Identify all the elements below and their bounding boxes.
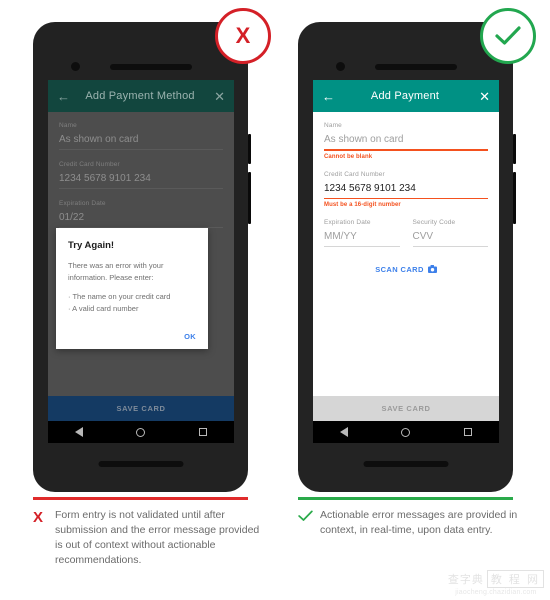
name-field-underline-error bbox=[324, 149, 488, 151]
caption-divider-red bbox=[33, 497, 248, 500]
save-card-button-left[interactable]: SAVE CARD bbox=[48, 396, 234, 421]
security-code-underline bbox=[412, 246, 488, 247]
front-camera-icon bbox=[336, 62, 345, 71]
status-badge-error: X bbox=[215, 8, 271, 64]
security-code-label: Security Code bbox=[412, 219, 456, 226]
check-mark-icon bbox=[495, 26, 521, 45]
nav-recent-icon[interactable] bbox=[464, 428, 473, 436]
power-button[interactable] bbox=[248, 134, 251, 164]
name-field-error-message: Cannot be blank bbox=[324, 153, 373, 160]
power-button[interactable] bbox=[513, 134, 516, 164]
nav-back-icon[interactable] bbox=[74, 427, 83, 437]
caption-left: X Form entry is not validated until afte… bbox=[33, 508, 261, 568]
watermark-url: jiaocheng.chazidian.com bbox=[455, 589, 537, 596]
expiration-underline bbox=[324, 246, 400, 247]
phone-device-left: ← Add Payment Method ✕ Name As shown on … bbox=[33, 22, 251, 492]
card-number-value: 1234 5678 9101 234 bbox=[324, 182, 416, 194]
card-number-underline-error bbox=[324, 197, 488, 199]
close-icon[interactable]: ✕ bbox=[479, 90, 490, 103]
expiration-field-right[interactable]: Expiration Date MM/YY bbox=[324, 219, 400, 247]
phone-device-right: ← Add Payment ✕ Name As shown on card Ca… bbox=[298, 22, 516, 492]
watermark-brand-row: 查字典 教 程 网 bbox=[448, 570, 544, 588]
caption-divider-green bbox=[298, 497, 513, 500]
dialog-ok-button[interactable]: OK bbox=[68, 332, 196, 341]
volume-button[interactable] bbox=[513, 172, 516, 224]
watermark-brand-secondary: 教 程 网 bbox=[486, 570, 544, 588]
bottom-speaker bbox=[363, 461, 448, 467]
panel-good-example: ← Add Payment ✕ Name As shown on card Ca… bbox=[280, 0, 545, 600]
payment-form-right: Name As shown on card Cannot be blank Cr… bbox=[313, 112, 499, 396]
dialog-bullet-list: · The name on your credit card · A valid… bbox=[68, 291, 196, 314]
expiration-placeholder: MM/YY bbox=[324, 231, 357, 242]
security-code-field[interactable]: Security Code CVV bbox=[412, 219, 488, 247]
watermark: 查字典 教 程 网 jiaocheng.chazidian.com bbox=[448, 570, 544, 596]
camera-icon bbox=[427, 265, 437, 275]
app-bar-right: ← Add Payment ✕ bbox=[313, 80, 499, 112]
error-dialog: Try Again! There was an error with your … bbox=[56, 228, 208, 349]
earpiece-speaker bbox=[375, 64, 458, 70]
nav-back-icon[interactable] bbox=[339, 427, 348, 437]
payment-form-left: Name As shown on card Credit Card Number… bbox=[48, 112, 234, 396]
dialog-body-text: There was an error with your information… bbox=[68, 261, 164, 282]
x-mark-icon: X bbox=[235, 23, 251, 48]
name-field-placeholder: As shown on card bbox=[324, 134, 404, 145]
watermark-brand-primary: 查字典 bbox=[447, 574, 484, 586]
card-number-field-right[interactable]: Credit Card Number 1234 5678 9101 234 Mu… bbox=[324, 170, 488, 208]
name-field-right[interactable]: Name As shown on card Cannot be blank bbox=[324, 122, 488, 160]
name-field-label: Name bbox=[324, 122, 342, 129]
panel-bad-example: ← Add Payment Method ✕ Name As shown on … bbox=[15, 0, 280, 600]
caption-text-left: Form entry is not validated until after … bbox=[55, 509, 260, 566]
save-card-button-right[interactable]: SAVE CARD bbox=[313, 396, 499, 421]
security-code-placeholder: CVV bbox=[412, 231, 434, 242]
bottom-speaker bbox=[98, 461, 183, 467]
camera-icon-svg bbox=[427, 265, 437, 273]
check-mark-icon bbox=[298, 510, 313, 521]
back-arrow-icon[interactable]: ← bbox=[322, 90, 335, 103]
scan-card-button[interactable]: SCAN CARD bbox=[324, 265, 488, 275]
earpiece-speaker bbox=[110, 64, 193, 70]
expiration-security-row: Expiration Date MM/YY Security Code CVV bbox=[324, 219, 488, 247]
comparison-panels: ← Add Payment Method ✕ Name As shown on … bbox=[0, 0, 550, 600]
card-number-label: Credit Card Number bbox=[324, 170, 385, 178]
nav-recent-icon[interactable] bbox=[199, 428, 208, 436]
front-camera-icon bbox=[71, 62, 80, 71]
page-title: Add Payment bbox=[370, 90, 440, 102]
status-badge-success bbox=[480, 8, 536, 64]
list-item: · The name on your credit card bbox=[68, 292, 171, 302]
volume-button[interactable] bbox=[248, 172, 251, 224]
nav-home-icon[interactable] bbox=[401, 427, 411, 437]
list-item: · A valid card number bbox=[68, 303, 139, 313]
caption-text-right: Actionable error messages are provided i… bbox=[320, 509, 518, 536]
scan-card-label: SCAN CARD bbox=[375, 265, 424, 275]
phone-screen-right: ← Add Payment ✕ Name As shown on card Ca… bbox=[313, 80, 499, 443]
caption-mark-check bbox=[298, 508, 313, 538]
back-arrow-icon[interactable]: ← bbox=[57, 90, 70, 103]
page-title: Add Payment Method bbox=[85, 90, 195, 102]
phone-screen-left: ← Add Payment Method ✕ Name As shown on … bbox=[48, 80, 234, 443]
app-bar-left: ← Add Payment Method ✕ bbox=[48, 80, 234, 112]
x-mark-icon: X bbox=[33, 509, 44, 526]
close-icon[interactable]: ✕ bbox=[214, 90, 225, 103]
android-nav-bar-left bbox=[48, 421, 234, 443]
caption-mark-x: X bbox=[33, 508, 47, 568]
dialog-title: Try Again! bbox=[68, 240, 115, 251]
card-number-error-message: Must be a 16-digit number bbox=[324, 202, 401, 208]
caption-right: Actionable error messages are provided i… bbox=[298, 508, 526, 538]
android-nav-bar-right bbox=[313, 421, 499, 443]
expiration-label: Expiration Date bbox=[324, 219, 371, 226]
nav-home-icon[interactable] bbox=[136, 427, 146, 437]
